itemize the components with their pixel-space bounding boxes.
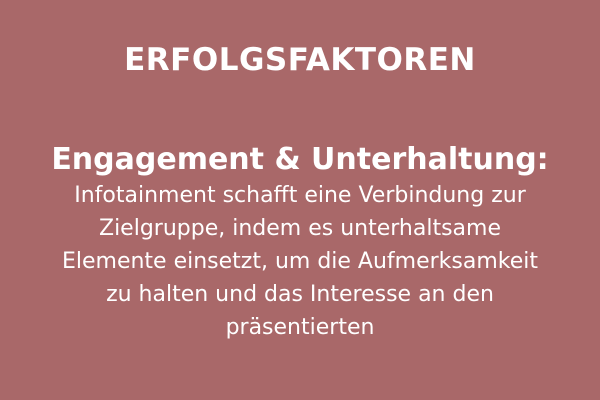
body-text-line: Elemente einsetzt, um die Aufmerksamkeit [61,249,539,274]
body-text-line: Infotainment schafft eine Verbindung zur [74,183,526,208]
body-text-line: Zielgruppe, indem es unterhaltsame [99,216,501,241]
body-text: Infotainment schafft eine Verbindung zur… [30,179,570,344]
section-heading: Engagement & Unterhaltung: [51,142,549,177]
body-text-line: präsentierten [225,315,375,340]
slide-title: ERFOLGSFAKTOREN [124,42,476,78]
slide: ERFOLGSFAKTOREN Engagement & Unterhaltun… [0,0,600,400]
body-text-line: zu halten und das Interesse an den [106,282,494,307]
